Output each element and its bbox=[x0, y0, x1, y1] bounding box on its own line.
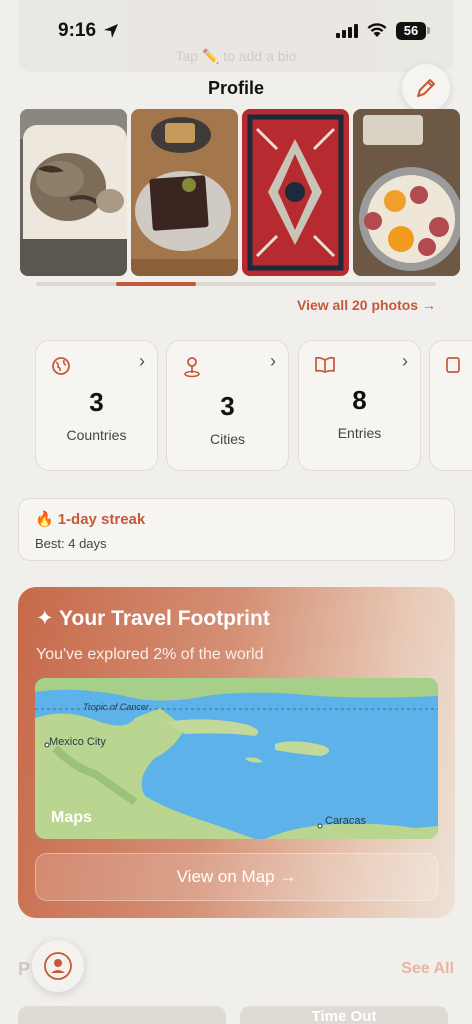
maps-logo-text: Maps bbox=[51, 809, 92, 826]
chevron-right-icon: › bbox=[270, 351, 276, 371]
mexico-city-label: Mexico City bbox=[49, 736, 106, 748]
streak-card[interactable]: 🔥 1-day streak Best: 4 days bbox=[18, 498, 455, 561]
rug-photo[interactable] bbox=[242, 109, 349, 276]
section-title: P bbox=[18, 959, 31, 979]
profile-tab-button[interactable] bbox=[32, 940, 84, 992]
pencil-icon bbox=[417, 79, 435, 97]
cities-card[interactable]: › 3 Cities bbox=[166, 340, 289, 471]
footprint-map[interactable]: Tropic of Cancer Mexico City Caracas Map… bbox=[35, 678, 438, 839]
view-on-map-button[interactable]: View on Map → bbox=[35, 853, 438, 901]
globe-icon bbox=[52, 357, 70, 375]
person-icon bbox=[44, 952, 72, 980]
see-all-link[interactable]: See All bbox=[401, 960, 454, 978]
entries-count: 8 bbox=[352, 385, 367, 415]
entries-label: Entries bbox=[337, 425, 382, 441]
footprint-title: ✦ Your Travel Footprint bbox=[36, 607, 270, 630]
chevron-right-icon: › bbox=[402, 351, 408, 371]
signal-icon bbox=[336, 24, 358, 38]
countries-count: 3 bbox=[89, 387, 104, 417]
status-bar: 9:16 56 bbox=[0, 0, 472, 58]
entries-card[interactable]: › 8 Entries bbox=[298, 340, 421, 471]
stat-icon bbox=[446, 357, 460, 373]
battery-tip bbox=[427, 27, 430, 34]
post-card-preview[interactable] bbox=[18, 1006, 226, 1024]
dessert-photo[interactable] bbox=[131, 109, 238, 276]
streak-best: Best: 4 days bbox=[35, 536, 107, 551]
caracas-label: Caracas bbox=[325, 815, 366, 827]
maps-logo: Maps bbox=[51, 809, 92, 827]
streak-title: 🔥 1-day streak bbox=[35, 510, 145, 528]
eggs-photo[interactable] bbox=[353, 109, 460, 276]
fire-icon: 🔥 bbox=[35, 511, 54, 528]
edit-profile-button[interactable] bbox=[402, 64, 450, 112]
location-arrow-icon bbox=[104, 24, 118, 38]
footprint-subtitle: You've explored 2% of the world bbox=[36, 646, 264, 663]
travel-footprint-card[interactable]: ✦ Your Travel Footprint You've explored … bbox=[18, 587, 455, 918]
view-all-photos-link[interactable]: View all 20 photos → bbox=[297, 297, 436, 313]
photo-carousel[interactable] bbox=[20, 109, 472, 277]
book-icon bbox=[315, 356, 335, 373]
status-time: 9:16 bbox=[58, 20, 97, 41]
next-stat-card[interactable] bbox=[429, 340, 472, 471]
countries-label: Countries bbox=[66, 427, 127, 443]
countries-card[interactable]: › 3 Countries bbox=[35, 340, 158, 471]
photo-scroll-track bbox=[36, 282, 436, 286]
tropic-label: Tropic of Cancer bbox=[83, 702, 149, 712]
cities-count: 3 bbox=[220, 391, 235, 421]
post-card-title: Time Out bbox=[311, 1008, 377, 1024]
post-card-preview[interactable]: Time Out bbox=[240, 1006, 448, 1024]
pin-icon bbox=[184, 357, 200, 378]
photo-scroll-indicator bbox=[116, 282, 196, 286]
cities-label: Cities bbox=[209, 431, 245, 447]
streak-title-text: 1-day streak bbox=[57, 511, 146, 528]
cat-photo[interactable] bbox=[20, 109, 127, 276]
chevron-right-icon: › bbox=[139, 351, 145, 371]
wifi-icon bbox=[367, 23, 387, 37]
battery-indicator: 56 bbox=[396, 22, 426, 40]
